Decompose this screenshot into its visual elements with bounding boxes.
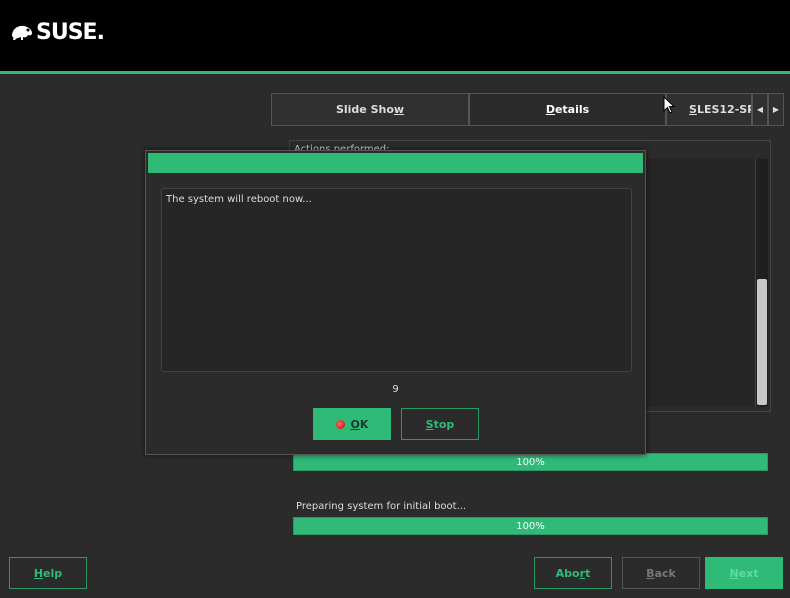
- focus-dot-icon: [335, 419, 345, 429]
- button-label-post: elp: [43, 566, 63, 580]
- button-label-mnemonic: H: [33, 566, 44, 580]
- back-button[interactable]: Back: [622, 557, 700, 589]
- progress-bar-step: 100%: [293, 517, 768, 535]
- button-label-mnemonic: B: [646, 566, 655, 580]
- tab-label-post: LES12-SP: [696, 103, 752, 116]
- button-label-post: t: [585, 566, 591, 580]
- tab-scroll-right-button[interactable]: ▶: [768, 93, 784, 126]
- button-label-mnemonic: O: [350, 417, 360, 431]
- details-scrollbar[interactable]: [755, 159, 768, 407]
- reboot-dialog: The system will reboot now... 9 OK Stop: [145, 150, 646, 455]
- stop-button[interactable]: Stop: [401, 408, 479, 440]
- ok-button[interactable]: OK: [313, 408, 391, 440]
- button-label-post: ack: [654, 566, 676, 580]
- button-label-post: top: [433, 417, 455, 431]
- abort-button[interactable]: Abo r t: [534, 557, 612, 589]
- chameleon-icon: [12, 25, 32, 40]
- suse-logo: SUSE.: [10, 20, 105, 45]
- tab-details[interactable]: Details: [469, 93, 666, 126]
- triangle-right-icon: ▶: [772, 105, 780, 114]
- tab-scroll-left-button[interactable]: ◀: [752, 93, 768, 126]
- progress-bar-total: 100%: [293, 453, 768, 471]
- dialog-titlebar[interactable]: [148, 153, 643, 173]
- button-label-mnemonic: N: [729, 566, 739, 580]
- button-label-post: K: [359, 417, 369, 431]
- progress-step-label: Preparing system for initial boot...: [296, 501, 467, 512]
- tab-label-mnemonic: w: [393, 103, 405, 116]
- tab-slide-show[interactable]: Slide Sho w: [271, 93, 469, 126]
- button-label-post: ext: [738, 566, 759, 580]
- dialog-message: The system will reboot now...: [161, 188, 632, 372]
- mouse-cursor-icon: [663, 96, 675, 114]
- logo-text: SUSE.: [36, 20, 105, 45]
- progress-text: 100%: [516, 520, 545, 532]
- countdown-timer: 9: [392, 384, 399, 395]
- tab-label-post: etails: [554, 103, 590, 116]
- triangle-left-icon: ◀: [756, 105, 764, 114]
- tab-bar: Slide Sho w Details S LES12-SP ◀ ▶: [271, 93, 784, 126]
- header-bar: SUSE.: [0, 0, 790, 71]
- tab-release-notes[interactable]: S LES12-SP: [666, 93, 752, 126]
- header-accent-line: [0, 71, 790, 74]
- button-label-pre: Abo: [555, 566, 580, 580]
- next-button[interactable]: Next: [705, 557, 783, 589]
- progress-text: 100%: [516, 456, 545, 468]
- tab-label-mnemonic: D: [545, 103, 555, 116]
- help-button[interactable]: Help: [9, 557, 87, 589]
- button-label-mnemonic: S: [425, 417, 434, 431]
- tab-label-mnemonic: S: [689, 103, 697, 116]
- tab-label-pre: Slide Sho: [335, 103, 394, 116]
- scrollbar-thumb[interactable]: [757, 279, 767, 405]
